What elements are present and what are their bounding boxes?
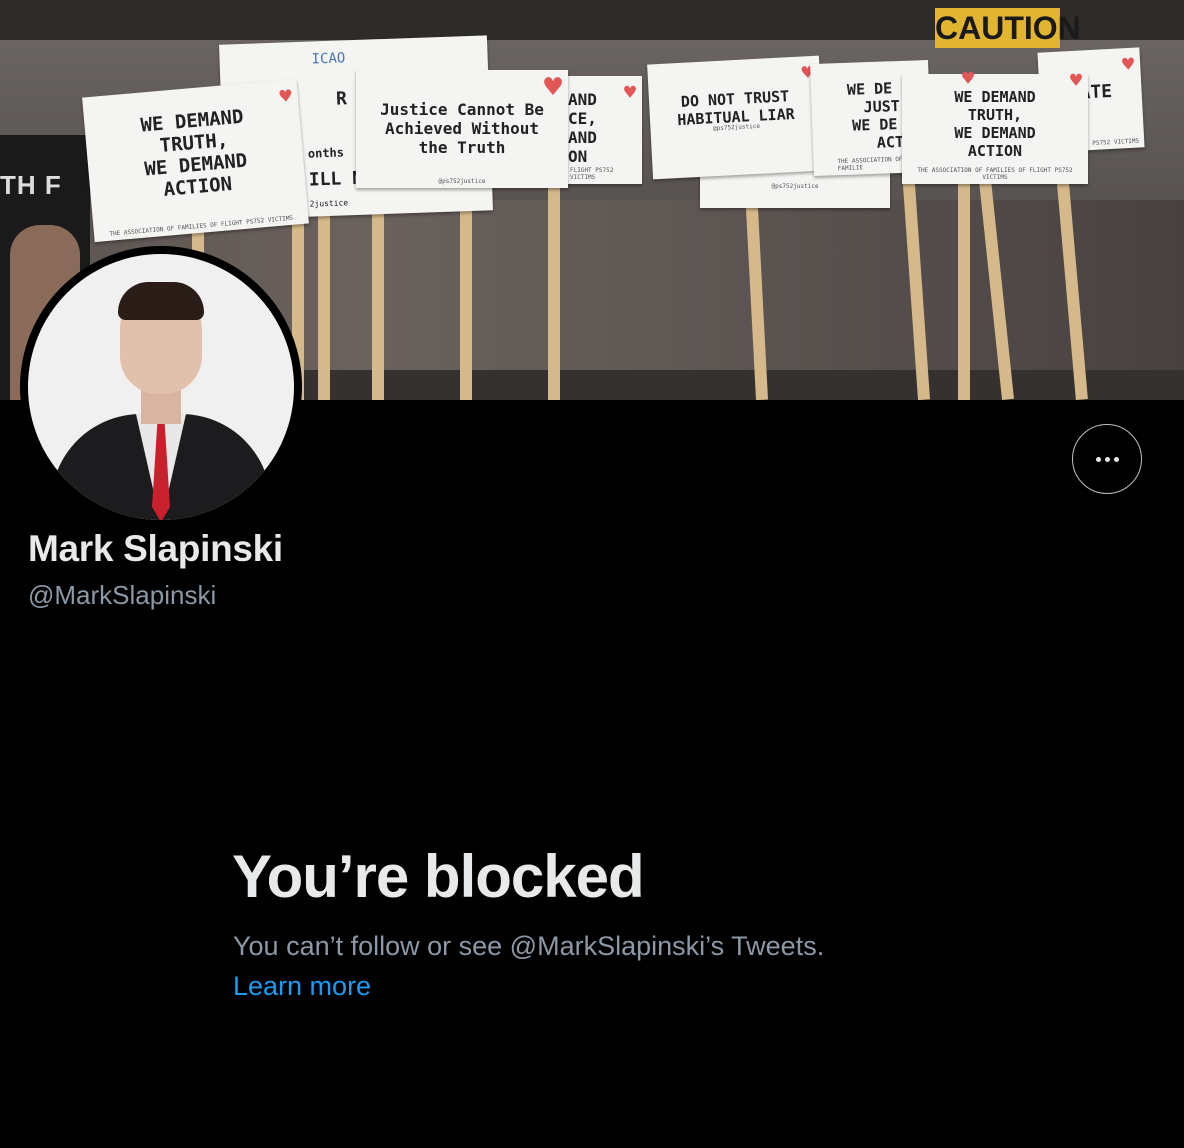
sign-text: the Truth (418, 138, 506, 157)
caution-tape: CAUTION (935, 8, 1081, 48)
blocked-description: You can’t follow or see @MarkSlapinski’s… (233, 931, 825, 961)
sign-footer: FLIGHT PS752 VICTIMS (570, 167, 614, 181)
sign-text: Achieved Without (384, 119, 540, 138)
poster-text: TH F (0, 170, 62, 200)
heart-icon: ♥ (1069, 68, 1082, 92)
sign-text: onths (307, 145, 345, 161)
protest-sign: ♥ ♥ WE DEMAND TRUTH, WE DEMAND ACTION TH… (902, 66, 1088, 184)
learn-more-link[interactable]: Learn more (233, 971, 371, 1002)
sign-stick (318, 215, 330, 400)
sign-text: ICAO (311, 50, 346, 68)
sign-text: 2justice (309, 198, 349, 209)
heart-icon: ♥ (278, 83, 293, 109)
protest-sign: ♥ Justice Cannot Be Achieved Without the… (356, 70, 568, 188)
sign-stick (958, 170, 970, 400)
protest-sign: ♥ DO NOT TRUST HABITUAL LIAR @ps752justi… (647, 55, 825, 180)
profile-name: Mark Slapinski (28, 528, 283, 569)
sign-footer: @ps752justice (771, 183, 819, 190)
avatar-hair (118, 282, 204, 320)
sign-text: Justice Cannot Be (380, 100, 544, 119)
sign-stick (460, 185, 472, 400)
ellipsis-dot (1095, 456, 1101, 462)
ellipsis-icon (1095, 456, 1119, 462)
profile-handle: @MarkSlapinski (28, 580, 217, 610)
heart-icon: ♥ (1121, 51, 1135, 77)
avatar[interactable] (20, 246, 302, 528)
heart-icon: ♥ (543, 70, 562, 105)
sign-footer: @ps752justice (438, 178, 486, 185)
sign-text: WE DEMAND (954, 88, 1036, 106)
sign-footer: PS752 VICTIMS (1092, 137, 1140, 147)
sign-text: WE DEMAND (954, 124, 1036, 142)
sign-stick (548, 185, 560, 400)
sign-text: R (335, 88, 348, 110)
sign-text: ACTION (967, 142, 1023, 160)
heart-icon: ♥ (623, 80, 636, 104)
sign-stick (372, 190, 384, 400)
more-options-button[interactable] (1072, 424, 1142, 494)
avatar-photo (28, 254, 294, 520)
sign-footer: THE ASSOCIATION OF FAMILIES OF FLIGHT PS… (917, 167, 1073, 181)
ellipsis-dot (1104, 456, 1110, 462)
ellipsis-dot (1113, 456, 1119, 462)
protest-sign: ♥ WE DEMAND TRUTH, WE DEMAND ACTION THE … (82, 78, 309, 243)
sign-text: TRUTH, (967, 106, 1023, 124)
heart-icon: ♥ (962, 66, 975, 90)
blocked-title: You’re blocked (232, 843, 645, 910)
